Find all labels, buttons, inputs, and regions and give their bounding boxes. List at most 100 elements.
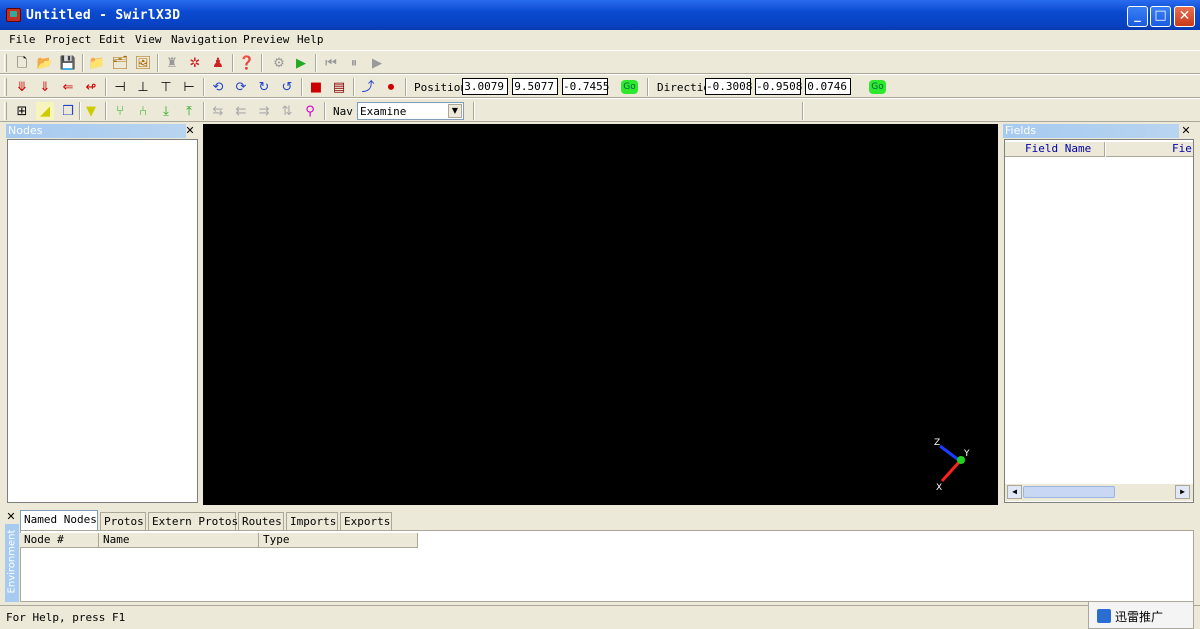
toolbar-row-3: ⊞ ◢ ❒ ▼ ⑂ ⑃ ⤓ ⤒ ⇆ ⇇ ⇉ ⇅ ⚲ Nav Examine ▼	[0, 98, 1200, 122]
fields-column-name[interactable]: Field Name	[1005, 142, 1105, 157]
toolbar-separator	[203, 102, 205, 120]
fields-panel: Field Name Fie ◀ ▶	[1004, 139, 1194, 503]
menu-navigation[interactable]: Navigation	[171, 33, 237, 46]
branch-alt-icon[interactable]: ⑃	[134, 102, 152, 120]
new-file-icon[interactable]: 🗋	[13, 54, 31, 72]
align-right-icon[interactable]: ⊢	[180, 78, 198, 96]
terrain-icon[interactable]: ◢	[36, 102, 54, 120]
scroll-left-icon[interactable]: ◀	[1007, 485, 1022, 499]
scroll-right-icon[interactable]: ▶	[1175, 485, 1190, 499]
nav-mode-value: Examine	[360, 105, 407, 118]
toolbar-grip[interactable]	[4, 78, 7, 96]
route-in-icon[interactable]: ⇇	[232, 102, 250, 120]
script-icon[interactable]: ⚲	[301, 102, 319, 120]
toolbar-separator	[105, 78, 107, 96]
position-z-field[interactable]: -0.7455	[562, 78, 609, 95]
nodes-panel-close-icon[interactable]: ✕	[184, 124, 196, 138]
align-top-icon[interactable]: ⊤	[157, 78, 175, 96]
build-icon[interactable]: ⚙	[270, 54, 288, 72]
align-bottom-icon[interactable]: ⊥	[134, 78, 152, 96]
tray-popup[interactable]: 迅雷推广	[1088, 601, 1194, 629]
record-icon[interactable]: ⏺	[382, 78, 400, 96]
x-axis-line	[940, 459, 962, 483]
nodes-tree[interactable]	[7, 139, 198, 503]
toolbar-separator	[232, 54, 234, 72]
pause-icon[interactable]: ⏸	[345, 54, 363, 72]
export-image-icon[interactable]: 🖼	[134, 54, 152, 72]
tab-routes[interactable]: Routes	[238, 512, 284, 530]
maximize-button[interactable]: □	[1150, 6, 1171, 27]
rotate-z-icon[interactable]: ↻	[255, 78, 273, 96]
route-both-icon[interactable]: ⇅	[278, 102, 296, 120]
environment-panel-title: Environment	[5, 524, 19, 602]
grid-icon[interactable]: ⊞	[13, 102, 31, 120]
toolbar-grip[interactable]	[4, 54, 7, 72]
scroll-thumb[interactable]	[1023, 486, 1115, 498]
column-type[interactable]: Type	[259, 533, 418, 548]
open-project-icon[interactable]: 📁	[88, 54, 106, 72]
route-out-icon[interactable]: ⇉	[255, 102, 273, 120]
3d-viewport[interactable]: Z Y X	[203, 124, 998, 505]
help-icon[interactable]: ❓	[238, 54, 256, 72]
play-icon[interactable]: ▶	[368, 54, 386, 72]
direction-x-field[interactable]: -0.3008	[705, 78, 752, 95]
turn-left-alt-icon[interactable]: ↫	[82, 78, 100, 96]
tab-protos[interactable]: Protos	[100, 512, 146, 530]
tab-exports[interactable]: Exports	[340, 512, 392, 530]
cube-icon[interactable]: ❒	[59, 102, 77, 120]
turn-left-icon[interactable]: ⇐	[59, 78, 77, 96]
direction-z-field[interactable]: 0.0746	[805, 78, 851, 95]
column-node-number[interactable]: Node #	[20, 533, 99, 548]
direction-go-button[interactable]: Go	[869, 80, 886, 94]
import-icon[interactable]: 🗂	[111, 54, 129, 72]
menu-file[interactable]: File	[9, 33, 36, 46]
rotate-x-icon[interactable]: ⟲	[209, 78, 227, 96]
route-icon[interactable]: ⇆	[209, 102, 227, 120]
toolbar-grip[interactable]	[4, 102, 7, 120]
add-child-icon[interactable]: ⤓	[157, 102, 175, 120]
jump-icon[interactable]: ⤴	[359, 78, 377, 96]
tab-extern-protos[interactable]: Extern Protos	[148, 512, 238, 530]
transform-node-icon[interactable]: ♟	[209, 54, 227, 72]
position-go-button[interactable]: Go	[621, 80, 638, 94]
position-x-field[interactable]: 3.0079	[462, 78, 508, 95]
column-name[interactable]: Name	[99, 533, 259, 548]
rewind-icon[interactable]: ⏮	[322, 54, 340, 72]
lock-icon[interactable]: ■	[307, 78, 325, 96]
move-down-icon[interactable]: ⤋	[13, 78, 31, 96]
chevron-down-icon[interactable]: ▼	[448, 104, 462, 118]
tab-named-nodes[interactable]: Named Nodes	[20, 510, 98, 530]
menu-project[interactable]: Project	[45, 33, 91, 46]
menu-bar: File Project Edit View Navigation Previe…	[0, 30, 1200, 50]
align-left-icon[interactable]: ⊣	[111, 78, 129, 96]
scene-graph-icon[interactable]: ✲	[186, 54, 204, 72]
open-folder-icon[interactable]: 📂	[36, 54, 54, 72]
toolbar-separator	[82, 54, 84, 72]
minimize-button[interactable]: _	[1127, 6, 1148, 27]
fields-horizontal-scrollbar[interactable]: ◀ ▶	[1005, 484, 1193, 501]
add-sibling-icon[interactable]: ⤒	[180, 102, 198, 120]
fields-panel-close-icon[interactable]: ✕	[1180, 124, 1192, 138]
run-preview-icon[interactable]: ▶	[292, 54, 310, 72]
toolbar-separator	[353, 78, 355, 96]
position-y-field[interactable]: 9.5077	[512, 78, 558, 95]
print-icon[interactable]: ▤	[330, 78, 348, 96]
light-icon[interactable]: ▼	[82, 102, 100, 120]
menu-edit[interactable]: Edit	[99, 33, 126, 46]
toolbar-separator	[105, 102, 107, 120]
menu-preview[interactable]: Preview	[243, 33, 289, 46]
branch-icon[interactable]: ⑂	[111, 102, 129, 120]
direction-y-field[interactable]: -0.9508	[755, 78, 802, 95]
move-down-alt-icon[interactable]: ⇓	[36, 78, 54, 96]
nav-mode-select[interactable]: Examine ▼	[357, 102, 464, 120]
menu-help[interactable]: Help	[297, 33, 324, 46]
fields-column-value[interactable]: Fie	[1106, 142, 1193, 157]
rotate-y-icon[interactable]: ⟳	[232, 78, 250, 96]
rotate-free-icon[interactable]: ↺	[278, 78, 296, 96]
close-button[interactable]: ✕	[1174, 6, 1195, 27]
tab-imports[interactable]: Imports	[286, 512, 338, 530]
node-tool-icon[interactable]: ♜	[163, 54, 181, 72]
window-title: Untitled - SwirlX3D	[26, 8, 181, 23]
save-icon[interactable]: 💾	[59, 54, 77, 72]
menu-view[interactable]: View	[135, 33, 162, 46]
